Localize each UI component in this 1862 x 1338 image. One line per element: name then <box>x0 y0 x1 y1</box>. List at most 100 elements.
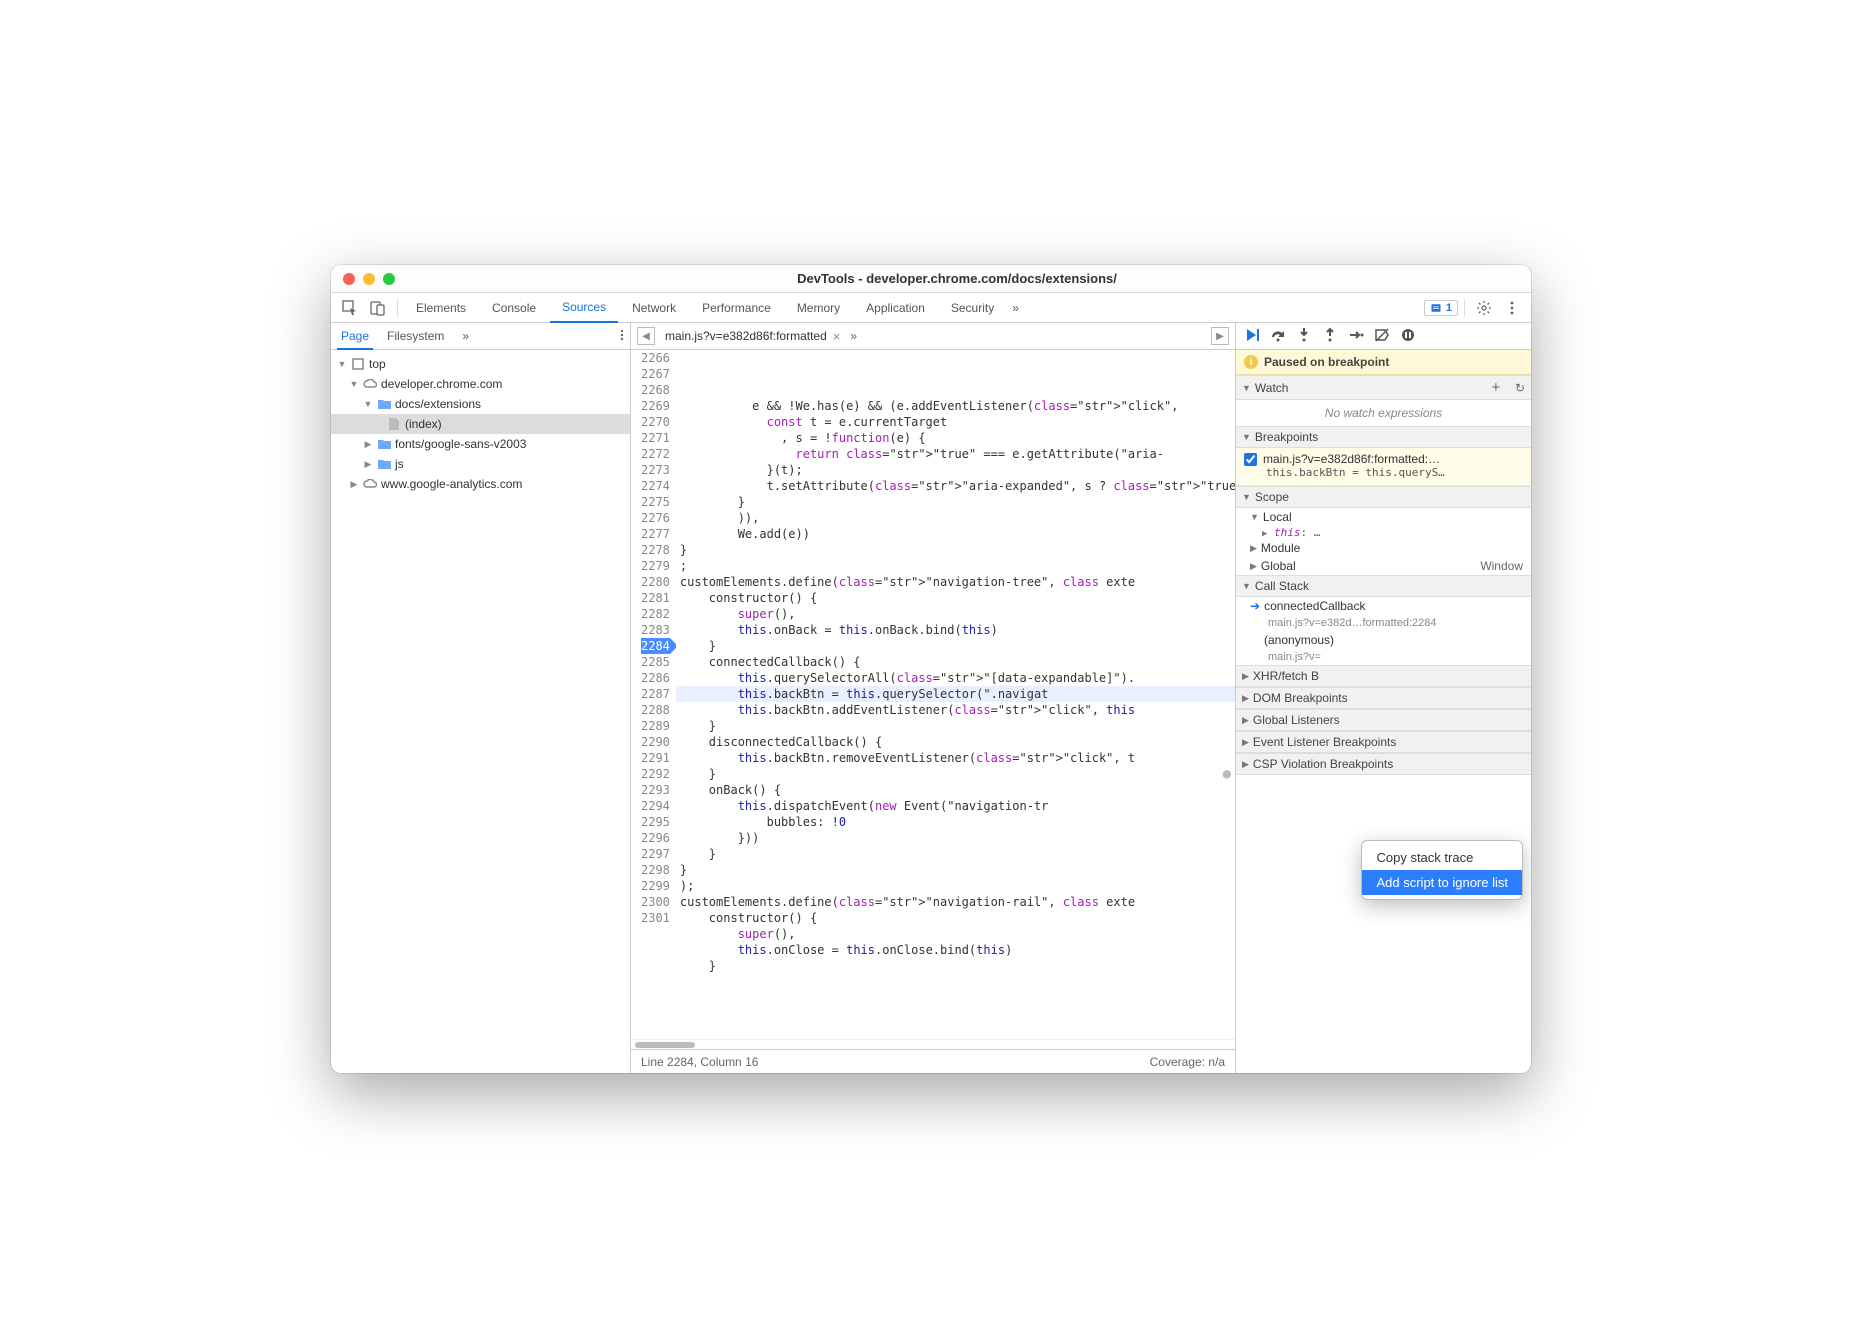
global-listeners-header[interactable]: ▶Global Listeners <box>1236 709 1531 731</box>
dom-bp-header[interactable]: ▶DOM Breakpoints <box>1236 687 1531 709</box>
step-out-icon[interactable] <box>1322 327 1338 346</box>
resume-icon[interactable] <box>1244 327 1260 346</box>
nav-back-icon[interactable]: ◀ <box>637 327 655 345</box>
editor-statusbar: Line 2284, Column 16 Coverage: n/a <box>631 1049 1235 1073</box>
minimize-window-icon[interactable] <box>363 273 375 285</box>
navigator-tabs-overflow-icon[interactable]: » <box>458 323 473 350</box>
deactivate-breakpoints-icon[interactable] <box>1374 327 1390 346</box>
coverage-status: Coverage: n/a <box>1150 1055 1225 1069</box>
xhr-header[interactable]: ▶XHR/fetch B <box>1236 665 1531 687</box>
refresh-watch-icon[interactable]: ↻ <box>1515 381 1525 395</box>
main-toolbar: Elements Console Sources Network Perform… <box>331 293 1531 323</box>
scope-header[interactable]: ▼Scope <box>1236 486 1531 508</box>
editor-tab-label: main.js?v=e382d86f:formatted <box>665 329 827 343</box>
separator <box>397 299 398 317</box>
navigator-more-icon[interactable] <box>620 329 624 344</box>
settings-icon[interactable] <box>1471 295 1497 321</box>
pause-on-exceptions-icon[interactable] <box>1400 327 1416 346</box>
tab-memory[interactable]: Memory <box>785 293 852 323</box>
step-icon[interactable] <box>1348 327 1364 346</box>
paused-banner: i Paused on breakpoint <box>1236 350 1531 375</box>
editor-tabs-overflow-icon[interactable]: » <box>850 329 857 343</box>
folder-icon <box>377 397 391 411</box>
tabs-overflow-icon[interactable]: » <box>1008 293 1023 323</box>
breakpoints-header[interactable]: ▼Breakpoints <box>1236 426 1531 448</box>
step-into-icon[interactable] <box>1296 327 1312 346</box>
event-listener-bp-header[interactable]: ▶Event Listener Breakpoints <box>1236 731 1531 753</box>
scrollbar-thumb[interactable] <box>635 1042 695 1048</box>
issues-badge[interactable]: 1 <box>1424 300 1458 316</box>
navigator-tab-filesystem[interactable]: Filesystem <box>383 323 448 350</box>
device-toolbar-icon[interactable] <box>365 295 391 321</box>
tree-folder: ▶fonts/google-sans-v2003 <box>331 434 630 454</box>
titlebar: DevTools - developer.chrome.com/docs/ext… <box>331 265 1531 293</box>
add-watch-icon[interactable]: + <box>1492 379 1501 396</box>
tab-security[interactable]: Security <box>939 293 1006 323</box>
callstack-frame-loc: main.js?v=e382d…formatted:2284 <box>1236 615 1531 631</box>
tree-folder: ▶js <box>331 454 630 474</box>
inspect-element-icon[interactable] <box>337 295 363 321</box>
navigator-panel: Page Filesystem » ▼top ▼developer.chrome… <box>331 323 631 1073</box>
csp-bp-header[interactable]: ▶CSP Violation Breakpoints <box>1236 753 1531 775</box>
code[interactable]: ● e && !We.has(e) && (e.addEventListener… <box>676 350 1235 1039</box>
tab-elements[interactable]: Elements <box>404 293 478 323</box>
file-icon <box>387 417 401 431</box>
close-tab-icon[interactable]: × <box>833 329 841 344</box>
callstack-header[interactable]: ▼Call Stack <box>1236 575 1531 597</box>
watch-header[interactable]: ▼Watch+ ↻ <box>1236 375 1531 400</box>
ctxmenu-copy-stack[interactable]: Copy stack trace <box>1362 845 1522 870</box>
editor-panel: ◀ main.js?v=e382d86f:formatted × » ▶ 226… <box>631 323 1236 1073</box>
tree-domain: ▶www.google-analytics.com <box>331 474 630 494</box>
ctxmenu-add-ignore[interactable]: Add script to ignore list <box>1362 870 1522 895</box>
separator <box>1464 299 1465 317</box>
folder-icon <box>377 437 391 451</box>
breakpoint-snippet: this.backBtn = this.queryS… <box>1244 466 1523 479</box>
scope-this[interactable]: ▶ this: … <box>1236 526 1531 539</box>
scope-global[interactable]: ▶GlobalWindow <box>1236 557 1531 575</box>
watch-empty: No watch expressions <box>1236 400 1531 426</box>
close-window-icon[interactable] <box>343 273 355 285</box>
tab-performance[interactable]: Performance <box>690 293 783 323</box>
devtools-window: DevTools - developer.chrome.com/docs/ext… <box>331 265 1531 1073</box>
callstack-frame-loc: main.js?v= <box>1236 649 1531 665</box>
horizontal-scrollbar[interactable] <box>631 1039 1235 1049</box>
issues-count: 1 <box>1446 302 1452 314</box>
folder-icon <box>377 457 391 471</box>
frame-icon <box>351 357 365 371</box>
tree-domain: ▼developer.chrome.com <box>331 374 630 394</box>
editor-tab[interactable]: main.js?v=e382d86f:formatted × <box>661 329 844 344</box>
navigator-tab-page[interactable]: Page <box>337 323 373 350</box>
scope-module[interactable]: ▶Module <box>1236 539 1531 557</box>
scope-local[interactable]: ▼Local <box>1236 508 1531 526</box>
tab-sources[interactable]: Sources <box>550 293 618 323</box>
context-menu[interactable]: Copy stack trace Add script to ignore li… <box>1361 840 1523 900</box>
cursor-position: Line 2284, Column 16 <box>641 1055 758 1069</box>
tree-folder: ▼docs/extensions <box>331 394 630 414</box>
window-title: DevTools - developer.chrome.com/docs/ext… <box>395 271 1519 286</box>
navigator-tabs: Page Filesystem » <box>331 323 630 350</box>
tree-top: ▼top <box>331 354 630 374</box>
breakpoint-item[interactable]: main.js?v=e382d86f:formatted:… this.back… <box>1236 448 1531 486</box>
tab-application[interactable]: Application <box>854 293 937 323</box>
tab-network[interactable]: Network <box>620 293 688 323</box>
coverage-dot-icon: ● <box>1223 766 1231 782</box>
callstack-frame[interactable]: ➔connectedCallback <box>1236 597 1531 615</box>
code-editor[interactable]: 2266226722682269227022712272227322742275… <box>631 350 1235 1039</box>
file-tree[interactable]: ▼top ▼developer.chrome.com ▼docs/extensi… <box>331 350 630 1073</box>
debugger-panel: i Paused on breakpoint ▼Watch+ ↻ No watc… <box>1236 323 1531 1073</box>
panels-body: Page Filesystem » ▼top ▼developer.chrome… <box>331 323 1531 1073</box>
debugger-toolbar <box>1236 323 1531 350</box>
tree-file: (index) <box>331 414 630 434</box>
maximize-window-icon[interactable] <box>383 273 395 285</box>
tab-console[interactable]: Console <box>480 293 548 323</box>
more-icon[interactable] <box>1499 295 1525 321</box>
cloud-icon <box>363 377 377 391</box>
step-over-icon[interactable] <box>1270 327 1286 346</box>
nav-fwd-icon[interactable]: ▶ <box>1211 327 1229 345</box>
traffic-lights <box>343 273 395 285</box>
editor-tabs: ◀ main.js?v=e382d86f:formatted × » ▶ <box>631 323 1235 350</box>
breakpoint-checkbox[interactable] <box>1244 453 1257 466</box>
gutter[interactable]: 2266226722682269227022712272227322742275… <box>631 350 676 1039</box>
callstack-frame[interactable]: (anonymous) <box>1236 631 1531 649</box>
paused-text: Paused on breakpoint <box>1264 355 1389 369</box>
